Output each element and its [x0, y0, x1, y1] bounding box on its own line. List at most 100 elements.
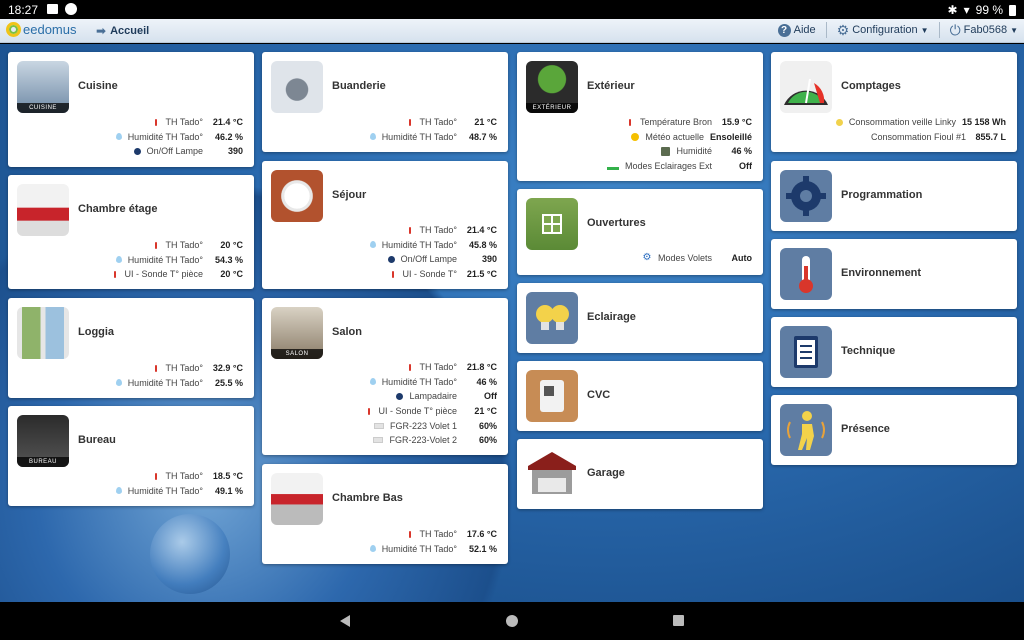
room-card-chambre-etage[interactable]: Chambre étage TH Tado° 20 °C Humidité TH … [8, 175, 254, 289]
sensor-value: 18.5 °C [212, 471, 243, 482]
room-card-buanderie[interactable]: Buanderie TH Tado° 21 °C Humidité TH Tado… [262, 52, 508, 152]
sensor-row[interactable]: Humidité TH Tado° 54.3 % [114, 253, 243, 268]
sensor-row[interactable]: TH Tado° 21.4 °C [370, 223, 497, 238]
hygrometer-icon [661, 146, 671, 156]
sensor-value: 60% [478, 435, 497, 446]
sensor-row[interactable]: Consommation Fioul #1 855.7 L [836, 130, 1006, 145]
sun-icon [631, 132, 640, 141]
sensor-value: Off [739, 161, 752, 172]
sensor-row[interactable]: Météo actuelle Ensoleillé [607, 130, 752, 145]
room-card-salon[interactable]: SALON Salon TH Tado° 21.8 °C Humidité TH … [262, 298, 508, 455]
back-icon[interactable] [340, 615, 350, 627]
user-menu[interactable]: ⏻ Fab0568 ▼ [950, 23, 1018, 37]
config-label: Configuration [852, 24, 918, 36]
sensor-row[interactable]: FGR-223 Volet 1 60% [368, 418, 497, 433]
sensor-row[interactable]: TH Tado° 18.5 °C [116, 469, 243, 484]
sensor-row[interactable]: TH Tado° 21.8 °C [368, 360, 497, 375]
room-card-eclairage[interactable]: Eclairage [517, 283, 763, 353]
card-title: Présence [841, 423, 890, 435]
gauge-icon [780, 61, 832, 113]
sensor-row[interactable]: Consommation veille Linky 15 158 Wh [835, 115, 1006, 130]
sensor-row[interactable]: TH Tado° 20 °C [114, 238, 243, 253]
sensor-label: Modes Eclairages Ext [624, 161, 712, 172]
room-card-exterieur[interactable]: EXTÉRIEUR Extérieur Température Bron 15.9… [517, 52, 763, 181]
thermometer-icon [408, 118, 411, 126]
gears-icon: ⚙ [642, 252, 652, 264]
help-label: Aide [793, 24, 816, 36]
room-card-cvc[interactable]: CVC [517, 361, 763, 431]
sensor-row[interactable]: FGR-223-Volet 2 60% [368, 433, 497, 448]
tree-icon: EXTÉRIEUR [526, 61, 578, 113]
room-card-cuisine[interactable]: CUISINE Cuisine TH Tado° 21.4 °C Humidité… [8, 52, 254, 167]
home-icon[interactable] [506, 615, 518, 627]
sensor-row[interactable]: Humidité TH Tado° 25.5 % [115, 376, 243, 391]
sensor-row[interactable]: Humidité TH Tado° 52.1 % [369, 542, 497, 557]
sensor-value: 49.1 % [214, 485, 243, 496]
room-card-bureau[interactable]: BUREAU Bureau TH Tado° 18.5 °C Humidité T… [8, 406, 254, 506]
configuration-menu[interactable]: ⚙ Configuration ▼ [837, 23, 929, 37]
bulbs-icon [536, 305, 569, 330]
window-frame-icon [542, 214, 562, 234]
sensor-value: 21.4 °C [466, 225, 497, 236]
logo-ring-icon [6, 22, 21, 37]
user-label: Fab0568 [963, 24, 1008, 36]
sensor-row[interactable]: Modes Eclairages Ext Off [606, 159, 752, 174]
room-card-environnement[interactable]: Environnement [771, 239, 1017, 309]
room-card-presence[interactable]: Présence [771, 395, 1017, 465]
sensor-label: TH Tado° [419, 225, 457, 236]
sensor-row[interactable]: Humidité TH Tado° 46 % [368, 375, 497, 390]
sensor-row[interactable]: UI - Sonde T° 21.5 °C [370, 267, 497, 282]
sensor-row[interactable]: TH Tado° 21 °C [370, 115, 497, 130]
sensor-row[interactable]: On/Off Lampe 390 [116, 144, 243, 159]
help-menu[interactable]: ? Aide [777, 23, 816, 37]
sensor-label: TH Tado° [419, 117, 457, 128]
room-card-ouvertures[interactable]: Ouvertures ⚙ Modes Volets Auto [517, 189, 763, 275]
sensor-row[interactable]: Température Bron 15.9 °C [607, 115, 752, 130]
chevron-down-icon: ▼ [920, 25, 929, 35]
sensor-row[interactable]: On/Off Lampe 390 [370, 252, 497, 267]
light-mode-icon [606, 167, 619, 171]
breadcrumb-home[interactable]: Accueil [110, 25, 149, 37]
sensor-row[interactable]: UI - Sonde T° pièce 21 °C [367, 404, 497, 419]
logo-text: eedomus [23, 22, 77, 37]
sensor-row[interactable]: Humidité TH Tado° 49.1 % [115, 484, 243, 499]
sensor-list: TH Tado° 18.5 °C Humidité TH Tado° 49.1 % [115, 469, 243, 499]
sensor-value: 21.4 °C [212, 117, 243, 128]
eedomus-logo[interactable]: eedomus [6, 22, 76, 37]
sensor-row[interactable]: TH Tado° 32.9 °C [116, 361, 243, 376]
sensor-row[interactable]: TH Tado° 17.6 °C [370, 527, 497, 542]
sensor-value: 390 [481, 254, 497, 265]
room-card-comptages[interactable]: Comptages Consommation veille Linky 15 15… [771, 52, 1017, 152]
sensor-value: Auto [731, 253, 753, 264]
clipboard-list-icon [794, 336, 818, 368]
room-card-sejour[interactable]: Séjour TH Tado° 21.4 °C Humidité TH Tado°… [262, 161, 508, 289]
sensor-label: UI - Sonde T° pièce [378, 406, 457, 417]
breadcrumb[interactable]: ➡ Accueil [96, 24, 149, 38]
sensor-row[interactable]: UI - Sonde T° pièce 20 °C [113, 267, 243, 282]
sensor-label: TH Tado° [165, 471, 203, 482]
sensor-label: Humidité TH Tado° [127, 377, 203, 388]
lamp-icon [133, 147, 141, 155]
sensor-row[interactable]: Lampadaire Off [368, 389, 497, 404]
sensor-row[interactable]: Humidité 46 % [607, 144, 752, 159]
card-title: Cuisine [78, 80, 118, 92]
room-card-technique[interactable]: Technique [771, 317, 1017, 387]
card-title: Loggia [78, 326, 115, 338]
sensor-row[interactable]: Humidité TH Tado° 46.2 % [115, 130, 243, 145]
dining-plate-icon [271, 170, 323, 222]
sensor-row[interactable]: TH Tado° 21.4 °C [116, 115, 243, 130]
sensor-label: TH Tado° [419, 529, 457, 540]
sensor-row[interactable]: Humidité TH Tado° 45.8 % [369, 238, 497, 253]
room-card-loggia[interactable]: Loggia TH Tado° 32.9 °C Humidité TH Tado°… [8, 298, 254, 398]
thermometer-snowflake-icon [780, 248, 832, 300]
humidity-icon [115, 256, 122, 264]
room-card-chambre-bas[interactable]: Chambre Bas TH Tado° 17.6 °C Humidité TH … [262, 464, 508, 564]
room-card-programmation[interactable]: Programmation [771, 161, 1017, 231]
sensor-row[interactable]: ⚙ Modes Volets Auto [642, 251, 752, 266]
recent-apps-icon[interactable] [673, 615, 684, 626]
sensor-label: Consommation Fioul #1 [870, 131, 966, 142]
sensor-row[interactable]: Humidité TH Tado° 48.7 % [369, 130, 497, 145]
sensor-value: 15.9 °C [721, 117, 752, 128]
thermometer-icon [154, 118, 157, 126]
room-card-garage[interactable]: Garage [517, 439, 763, 509]
